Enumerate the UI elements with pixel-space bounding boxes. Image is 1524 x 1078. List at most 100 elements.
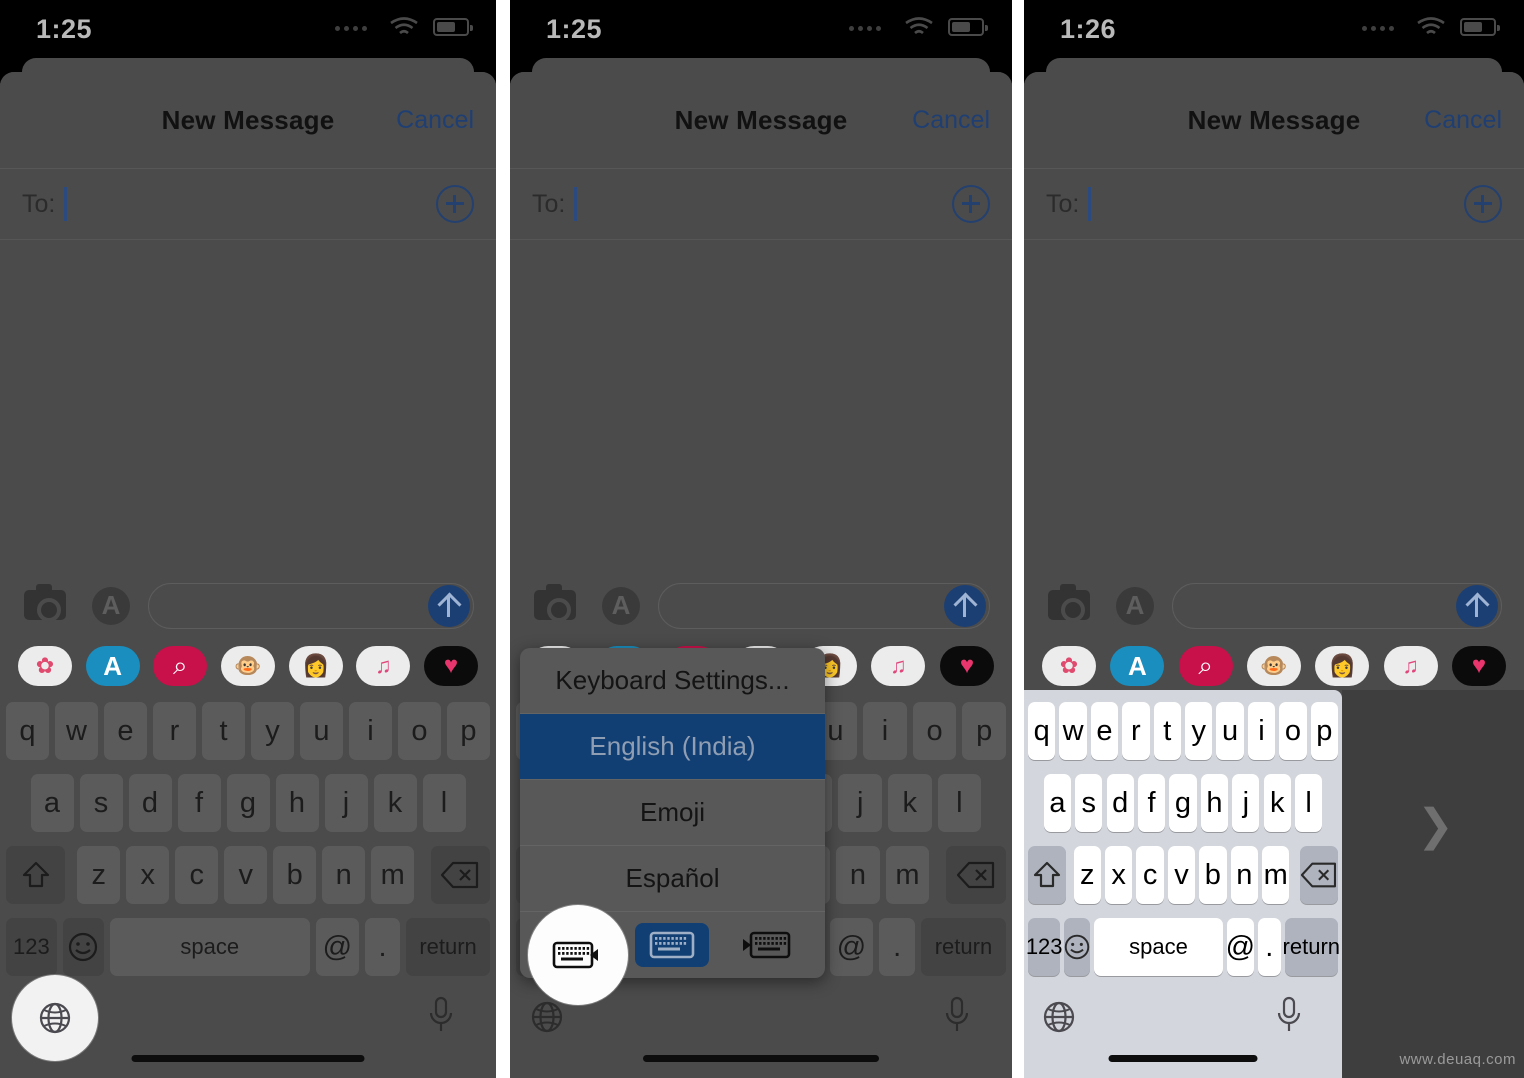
key-b[interactable]: b (273, 846, 317, 904)
key-x[interactable]: x (1104, 846, 1133, 904)
period-key[interactable]: . (879, 918, 915, 976)
menu-item-0[interactable]: Keyboard Settings... (520, 648, 825, 714)
key-e[interactable]: e (104, 702, 147, 760)
key-l[interactable]: l (422, 774, 466, 832)
send-button[interactable] (944, 585, 986, 627)
key-u[interactable]: u (300, 702, 343, 760)
globe-icon[interactable] (38, 1001, 72, 1040)
emoji-key[interactable] (1064, 918, 1091, 976)
key-j[interactable]: j (1232, 774, 1260, 832)
at-key[interactable]: @ (315, 918, 359, 976)
camera-icon[interactable] (534, 584, 576, 622)
key-h[interactable]: h (1200, 774, 1229, 832)
app-store-app-icon[interactable]: A (1110, 646, 1165, 686)
key-d[interactable]: d (1106, 774, 1134, 832)
add-contact-button[interactable] (952, 185, 990, 223)
menu-item-1[interactable]: English (India) (520, 714, 825, 780)
digital-touch-app-icon[interactable]: ♥ (424, 646, 478, 686)
key-h[interactable]: h (275, 774, 319, 832)
key-o[interactable]: o (912, 702, 957, 760)
key-w[interactable]: w (1059, 702, 1087, 760)
globe-icon[interactable] (1042, 1000, 1088, 1046)
at-key[interactable]: @ (1226, 918, 1255, 976)
microphone-icon[interactable] (942, 995, 988, 1041)
key-r[interactable]: r (1122, 702, 1150, 760)
key-m[interactable]: m (371, 846, 415, 904)
send-button[interactable] (428, 585, 470, 627)
key-y[interactable]: y (1185, 702, 1213, 760)
cancel-button[interactable]: Cancel (912, 106, 990, 135)
cancel-button[interactable]: Cancel (1424, 106, 1502, 135)
memoji-app-icon[interactable]: 👩 (1315, 646, 1370, 686)
microphone-icon[interactable] (1274, 995, 1320, 1041)
globe-icon[interactable] (530, 1000, 576, 1046)
key-c[interactable]: c (175, 846, 219, 904)
key-y[interactable]: y (251, 702, 294, 760)
period-key[interactable]: . (1258, 918, 1281, 976)
key-a[interactable]: a (1043, 774, 1072, 832)
key-t[interactable]: t (202, 702, 245, 760)
add-contact-button[interactable] (1464, 185, 1502, 223)
backspace-key[interactable] (1300, 846, 1338, 904)
app-store-app-icon[interactable]: A (85, 646, 140, 686)
return-key[interactable]: return (920, 918, 1006, 976)
digital-touch-app-icon[interactable]: ♥ (940, 646, 994, 686)
menu-item-2[interactable]: Emoji (520, 780, 825, 846)
space-key[interactable]: space (109, 918, 310, 976)
to-field-row[interactable]: To: (0, 168, 496, 240)
key-m[interactable]: m (1261, 846, 1290, 904)
app-store-icon[interactable]: A (92, 587, 130, 625)
animoji-app-icon[interactable]: 🐵 (221, 646, 275, 686)
key-m[interactable]: m (885, 846, 930, 904)
key-v[interactable]: v (224, 846, 268, 904)
send-button[interactable] (1456, 585, 1498, 627)
camera-icon[interactable] (24, 584, 66, 622)
key-n[interactable]: n (1230, 846, 1258, 904)
key-r[interactable]: r (153, 702, 196, 760)
period-key[interactable]: . (364, 918, 401, 976)
digital-touch-app-icon[interactable]: ♥ (1452, 646, 1506, 686)
key-z[interactable]: z (1073, 846, 1101, 904)
key-j[interactable]: j (324, 774, 368, 832)
key-i[interactable]: i (349, 702, 392, 760)
keyboard-left-handed-icon[interactable] (552, 939, 604, 976)
image-search-app-icon[interactable]: ⌕ (153, 646, 208, 686)
key-f[interactable]: f (1137, 774, 1166, 832)
cancel-button[interactable]: Cancel (396, 106, 474, 135)
key-p[interactable]: p (962, 702, 1006, 760)
key-p[interactable]: p (447, 702, 490, 760)
key-g[interactable]: g (226, 774, 270, 832)
key-n[interactable]: n (322, 846, 366, 904)
key-e[interactable]: e (1090, 702, 1119, 760)
key-c[interactable]: c (1136, 846, 1164, 904)
emoji-key[interactable] (62, 918, 104, 976)
key-g[interactable]: g (1169, 774, 1197, 832)
chevron-right-icon[interactable]: ❯ (1417, 800, 1454, 851)
shift-key[interactable] (6, 846, 66, 904)
memoji-app-icon[interactable]: 👩 (288, 646, 343, 686)
to-field-row[interactable]: To: (510, 168, 1012, 240)
photos-app-icon[interactable]: ✿ (18, 646, 72, 686)
key-l[interactable]: l (937, 774, 982, 832)
backspace-key[interactable] (945, 846, 1006, 904)
add-contact-button[interactable] (436, 185, 474, 223)
key-b[interactable]: b (1199, 846, 1227, 904)
key-k[interactable]: k (373, 774, 417, 832)
numbers-key[interactable]: 123 (6, 918, 57, 976)
key-l[interactable]: l (1294, 774, 1323, 832)
music-app-icon[interactable]: ♫ (1383, 646, 1438, 686)
key-i[interactable]: i (1247, 702, 1276, 760)
return-key[interactable]: return (1283, 918, 1340, 976)
animoji-app-icon[interactable]: 🐵 (1247, 646, 1301, 686)
key-z[interactable]: z (77, 846, 121, 904)
key-f[interactable]: f (177, 774, 221, 832)
key-q[interactable]: q (1028, 702, 1056, 760)
shift-key[interactable] (1028, 846, 1066, 904)
key-t[interactable]: t (1153, 702, 1181, 760)
key-s[interactable]: s (79, 774, 123, 832)
to-field-row[interactable]: To: (1024, 168, 1524, 240)
return-key[interactable]: return (406, 918, 490, 976)
key-j[interactable]: j (838, 774, 882, 832)
app-store-icon[interactable]: A (602, 587, 640, 625)
keyboard-full-width-icon[interactable] (635, 923, 710, 967)
